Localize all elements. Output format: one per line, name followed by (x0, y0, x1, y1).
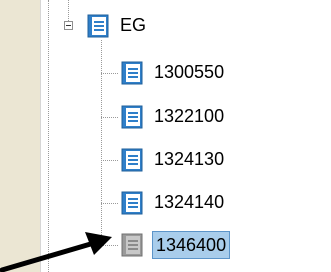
collapse-toggle[interactable] (64, 21, 73, 30)
tree-node-label: 1300550 (154, 62, 225, 82)
tree-guide-root (68, 0, 69, 21)
tree-guide-branch (101, 117, 118, 118)
document-blue-icon (121, 191, 143, 215)
tree-guide-branch (101, 73, 118, 74)
document-blue-icon (121, 148, 143, 172)
document-gray-icon (121, 233, 143, 257)
document-blue-icon (87, 14, 109, 38)
tree-node-label: 1324140 (154, 192, 225, 212)
tree-guide-branch (101, 160, 118, 161)
pointer-arrow-icon (0, 232, 112, 272)
tree-node-label: 1346400 (152, 231, 231, 259)
tree-node-label: 1324130 (154, 149, 225, 169)
tree-guide-branch (101, 203, 118, 204)
tree-node-label: 1322100 (154, 106, 225, 126)
document-blue-icon (121, 61, 143, 85)
tree-guide-children (101, 40, 102, 245)
document-blue-icon (121, 105, 143, 129)
tree-node-label: EG (120, 15, 147, 35)
